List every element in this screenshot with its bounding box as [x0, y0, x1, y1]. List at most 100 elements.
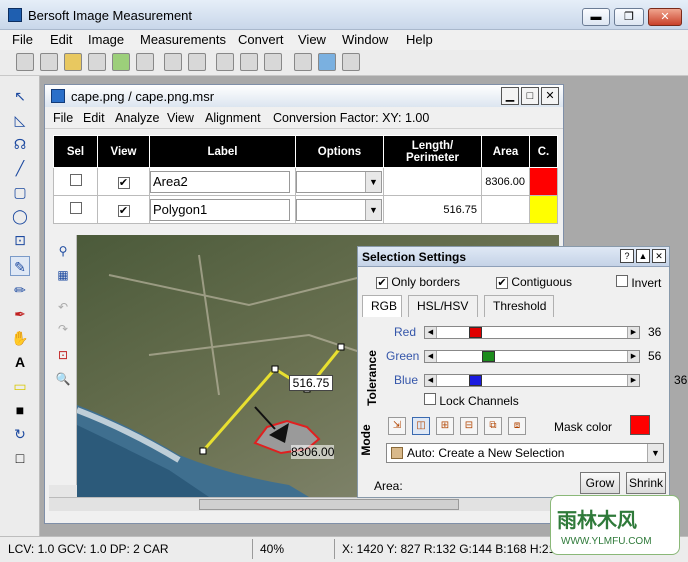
lock-channels-checkbox[interactable] — [424, 393, 436, 405]
fill-color-icon[interactable]: ■ — [10, 400, 30, 420]
toolbar-screen-icon[interactable] — [294, 53, 312, 71]
doc-maximize-button[interactable]: □ — [521, 87, 539, 105]
row-options-dropdown[interactable]: ▼ — [296, 198, 382, 221]
background-color-icon[interactable]: □ — [10, 448, 30, 468]
row-view-checkbox[interactable]: ✔ — [117, 176, 130, 189]
only-borders-checkbox[interactable]: ✔ — [376, 277, 388, 289]
row-view-checkbox[interactable]: ✔ — [117, 204, 130, 217]
note-icon[interactable]: ▭ — [10, 376, 30, 396]
red-thumb[interactable] — [469, 327, 483, 338]
only-borders-option[interactable]: ✔ Only borders — [376, 275, 460, 289]
row-label-field[interactable]: Area2 — [150, 170, 290, 193]
scroll-thumb[interactable] — [199, 499, 459, 510]
mode-select[interactable]: Auto: Create a New Selection ▼ — [386, 443, 664, 463]
toolbar-ruler-icon[interactable] — [216, 53, 234, 71]
toolbar-fit-icon[interactable] — [342, 53, 360, 71]
doc-menu-conversion-factor[interactable]: Conversion Factor: XY: 1.00 — [273, 111, 429, 125]
grow-button[interactable]: Grow — [580, 472, 620, 494]
right-arrow-icon[interactable]: ▶ — [627, 375, 639, 386]
row-select-checkbox[interactable] — [69, 202, 82, 214]
menu-measurements[interactable]: Measurements — [140, 32, 226, 47]
help-icon[interactable]: ? — [620, 249, 634, 263]
minimize-button[interactable]: ▬ — [582, 8, 610, 26]
toolbar-export-icon[interactable] — [112, 53, 130, 71]
blue-thumb[interactable] — [469, 375, 483, 386]
panel-close-icon[interactable]: ✕ — [652, 249, 666, 263]
menu-help[interactable]: Help — [406, 32, 433, 47]
zoom-icon[interactable]: 🔍 — [53, 369, 73, 389]
right-arrow-icon[interactable]: ▶ — [627, 351, 639, 362]
image-vertical-scrollbar[interactable] — [49, 485, 77, 497]
doc-menu-file[interactable]: File — [53, 111, 73, 125]
freehand-icon[interactable]: ☊ — [10, 134, 30, 154]
rotate-icon[interactable]: ↻ — [10, 424, 30, 444]
toolbar-table-icon[interactable] — [240, 53, 258, 71]
toolbar-home-icon[interactable] — [40, 53, 58, 71]
polygon-tool-icon[interactable]: ◺ — [10, 110, 30, 130]
pen-icon[interactable]: ✒ — [10, 304, 30, 324]
mode-intersect-icon[interactable]: ⧉ — [484, 417, 502, 435]
mask-color-swatch[interactable] — [630, 415, 650, 435]
hand-icon[interactable]: ✋ — [10, 328, 30, 348]
toolbar-save-icon[interactable] — [88, 53, 106, 71]
invert-option[interactable]: Invert — [616, 275, 661, 290]
rectangle-tool-icon[interactable]: ▢ — [10, 182, 30, 202]
pointer-icon[interactable]: ↖ — [10, 86, 30, 106]
menu-edit[interactable]: Edit — [50, 32, 72, 47]
tab-rgb[interactable]: RGB — [362, 295, 402, 317]
image-horizontal-scrollbar[interactable] — [49, 497, 559, 511]
row-color-swatch[interactable] — [529, 167, 558, 196]
right-arrow-icon[interactable]: ▶ — [627, 327, 639, 338]
contiguous-option[interactable]: ✔ Contiguous — [496, 275, 572, 289]
crop-icon[interactable]: ⊡ — [53, 345, 73, 365]
menu-convert[interactable]: Convert — [238, 32, 284, 47]
mode-new-icon[interactable]: ⇲ — [388, 417, 406, 435]
toolbar-copy-icon[interactable] — [164, 53, 182, 71]
toolbar-print-icon[interactable] — [136, 53, 154, 71]
mode-subtract-icon[interactable]: ⊟ — [460, 417, 478, 435]
chart-icon[interactable]: ▦ — [53, 265, 73, 285]
doc-close-button[interactable]: ✕ — [541, 87, 559, 105]
pencil-icon[interactable]: ✏ — [10, 280, 30, 300]
undo-icon[interactable]: ↶ — [53, 297, 73, 317]
mode-xor-icon[interactable]: ⧈ — [508, 417, 526, 435]
shrink-button[interactable]: Shrink — [626, 472, 666, 494]
blue-slider[interactable]: Blue ◀ ▶ 36 — [384, 371, 687, 389]
red-slider[interactable]: Red ◀ ▶ 36 — [384, 323, 664, 341]
tab-threshold[interactable]: Threshold — [484, 295, 554, 317]
row-select-checkbox[interactable] — [69, 174, 82, 186]
toolbar-paste-icon[interactable] — [188, 53, 206, 71]
green-track[interactable]: ◀ ▶ — [424, 350, 640, 363]
left-arrow-icon[interactable]: ◀ — [425, 327, 437, 338]
menu-image[interactable]: Image — [88, 32, 124, 47]
left-arrow-icon[interactable]: ◀ — [425, 351, 437, 362]
table-row[interactable]: ✔ Polygon1 ▼ 516.75 — [53, 195, 558, 224]
menu-view[interactable]: View — [298, 32, 326, 47]
doc-menu-analyze[interactable]: Analyze — [115, 111, 159, 125]
row-color-swatch[interactable] — [529, 195, 558, 224]
wand-icon[interactable]: ⚲ — [53, 241, 73, 261]
maximize-button[interactable]: ❐ — [614, 8, 644, 26]
close-button[interactable]: ✕ — [648, 8, 682, 26]
text-tool-icon[interactable]: A — [10, 352, 30, 372]
contiguous-checkbox[interactable]: ✔ — [496, 277, 508, 289]
tab-hsl-hsv[interactable]: HSL/HSV — [408, 295, 478, 317]
line-tool-icon[interactable]: ╱ — [10, 158, 30, 178]
green-slider[interactable]: Green ◀ ▶ 56 — [384, 347, 664, 365]
red-track[interactable]: ◀ ▶ — [424, 326, 640, 339]
green-thumb[interactable] — [481, 351, 495, 362]
ellipse-tool-icon[interactable]: ◯ — [10, 206, 30, 226]
collapse-icon[interactable]: ▲ — [636, 249, 650, 263]
menu-file[interactable]: File — [12, 32, 33, 47]
row-options-dropdown[interactable]: ▼ — [296, 170, 382, 193]
mode-add-icon[interactable]: ⊞ — [436, 417, 454, 435]
toolbar-new-icon[interactable] — [16, 53, 34, 71]
doc-minimize-button[interactable]: ▁ — [501, 87, 519, 105]
doc-menu-view[interactable]: View — [167, 111, 194, 125]
doc-menu-alignment[interactable]: Alignment — [205, 111, 261, 125]
redo-icon[interactable]: ↷ — [53, 319, 73, 339]
toolbar-open-icon[interactable] — [64, 53, 82, 71]
menu-window[interactable]: Window — [342, 32, 388, 47]
table-row[interactable]: ✔ Area2 ▼ 8306.00 — [53, 167, 558, 196]
row-label-field[interactable]: Polygon1 — [150, 198, 290, 221]
